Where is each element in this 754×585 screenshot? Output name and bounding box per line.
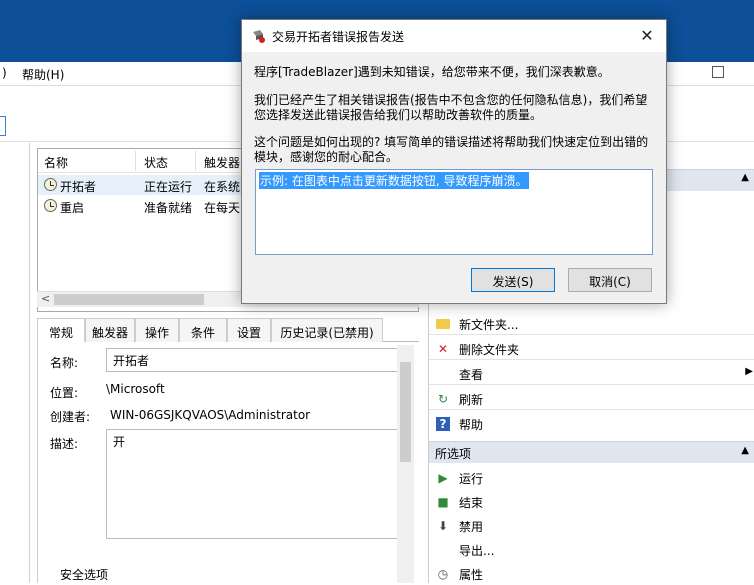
column-header-name[interactable]: 名称 <box>44 154 68 171</box>
app-icon <box>253 30 265 43</box>
description-label: 描述: <box>50 437 79 451</box>
menu-item-partial[interactable]: ) <box>2 66 7 80</box>
help-icon: ? <box>436 417 450 431</box>
properties-icon: ◷ <box>437 567 449 581</box>
description-placeholder: 示例: 在图表中点击更新数据按钮, 导致程序崩溃。 <box>259 172 529 189</box>
refresh-icon: ↻ <box>437 392 449 406</box>
selected-section-header[interactable]: 所选项 ▲ <box>429 441 754 463</box>
action-refresh[interactable]: ↻ 刷新 <box>429 388 754 410</box>
scroll-thumb[interactable] <box>400 362 411 462</box>
detail-tabs: 常规 触发器 操作 条件 设置 历史记录(已禁用) <box>37 318 419 343</box>
tab-conditions[interactable]: 条件 <box>179 318 227 342</box>
stop-icon: ■ <box>437 495 449 509</box>
scroll-left-icon[interactable]: < <box>41 292 50 305</box>
action-run[interactable]: ▶ 运行 <box>429 467 754 489</box>
task-name: 重启 <box>60 201 85 215</box>
task-trigger: 在每天 <box>204 201 241 215</box>
clock-icon <box>44 199 57 212</box>
vertical-scrollbar[interactable] <box>397 345 414 583</box>
folder-new-icon <box>436 319 450 329</box>
clock-icon <box>44 178 57 191</box>
action-help[interactable]: ? 帮助 <box>429 413 754 435</box>
dialog-title: 交易开拓者错误报告发送 <box>272 30 405 44</box>
cancel-button[interactable]: 取消(C) <box>568 268 652 292</box>
action-delete-folder[interactable]: ✕ 删除文件夹 <box>429 338 754 360</box>
action-export[interactable]: 导出... <box>429 539 754 561</box>
submenu-arrow-icon: ▶ <box>745 366 753 377</box>
disable-icon: ⬇ <box>437 519 449 533</box>
creator-value: WIN-06GSJKQVAOS\Administrator <box>110 408 311 422</box>
creator-label: 创建者: <box>50 410 91 424</box>
toolbar-field[interactable] <box>0 116 6 136</box>
maximize-icon[interactable] <box>712 66 724 78</box>
location-label: 位置: <box>50 386 79 400</box>
name-field[interactable]: 开拓者 <box>106 348 398 372</box>
task-trigger: 在系统 <box>204 180 241 194</box>
detail-panel: 名称: 开拓者 位置: \Microsoft 创建者: WIN-06GSJKQV… <box>37 342 419 583</box>
description-field[interactable]: 开 <box>106 429 398 539</box>
tab-history[interactable]: 历史记录(已禁用) <box>271 318 383 342</box>
close-icon[interactable]: ✕ <box>636 25 658 47</box>
action-disable[interactable]: ⬇ 禁用 <box>429 515 754 537</box>
action-new-folder[interactable]: 新文件夹... <box>429 313 754 335</box>
action-view[interactable]: 查看 ▶ <box>429 363 754 385</box>
delete-icon: ✕ <box>437 342 449 356</box>
send-button[interactable]: 发送(S) <box>471 268 555 292</box>
dialog-message-3: 这个问题是如何出现的? 填写简单的错误描述将帮助我们快速定位到出错的模块，感谢您… <box>254 135 649 164</box>
error-description-input[interactable]: 示例: 在图表中点击更新数据按钮, 导致程序崩溃。 <box>255 169 653 255</box>
name-label: 名称: <box>50 356 79 370</box>
dialog-message-1: 程序[TradeBlazer]遇到未知错误，给您带来不便，我们深表歉意。 <box>254 65 610 79</box>
dialog-message-2: 我们已经产生了相关错误报告(报告中不包含您的任何隐私信息)，我们希望您选择发送此… <box>254 93 648 122</box>
run-icon: ▶ <box>438 471 448 485</box>
tab-triggers[interactable]: 触发器 <box>85 318 135 342</box>
scroll-thumb[interactable] <box>54 294 204 305</box>
action-end[interactable]: ■ 结束 <box>429 491 754 513</box>
column-header-trigger[interactable]: 触发器 <box>204 154 240 171</box>
error-report-dialog: 交易开拓者错误报告发送 ✕ 程序[TradeBlazer]遇到未知错误，给您带来… <box>241 19 667 304</box>
task-status: 准备就绪 <box>144 201 193 215</box>
action-properties[interactable]: ◷ 属性 <box>429 563 754 585</box>
task-status: 正在运行 <box>144 180 193 194</box>
navigation-pane <box>0 143 30 583</box>
tab-general[interactable]: 常规 <box>37 318 85 343</box>
tab-settings[interactable]: 设置 <box>227 318 271 342</box>
collapse-icon[interactable]: ▲ <box>741 445 749 456</box>
menu-item-help[interactable]: 帮助(H) <box>22 66 64 83</box>
tab-actions[interactable]: 操作 <box>135 318 179 342</box>
location-value: \Microsoft <box>106 382 165 396</box>
dialog-titlebar: 交易开拓者错误报告发送 ✕ <box>242 20 666 52</box>
security-options-label: 安全选项 <box>60 568 109 582</box>
column-header-status[interactable]: 状态 <box>144 154 168 171</box>
task-name: 开拓者 <box>60 180 97 194</box>
